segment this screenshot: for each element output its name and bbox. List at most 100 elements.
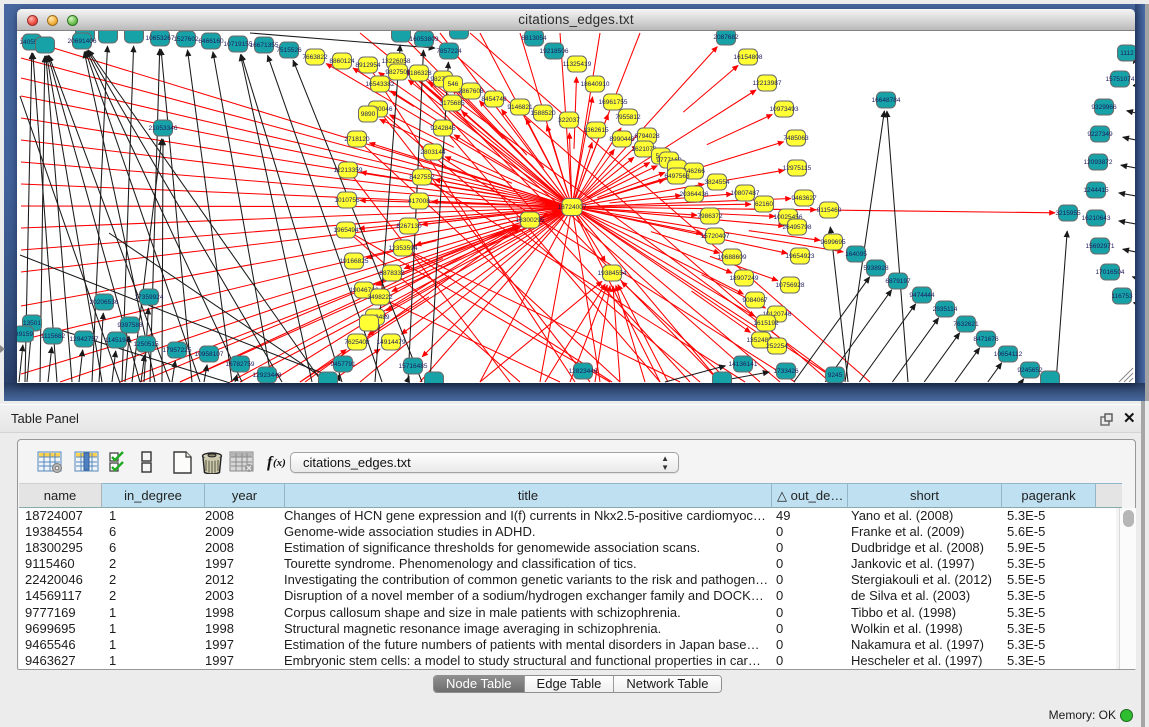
svg-text:1115682: 1115682	[41, 333, 66, 340]
svg-text:322037: 322037	[558, 117, 580, 124]
svg-text:12213987: 12213987	[753, 80, 782, 87]
svg-text:5938928: 5938928	[863, 265, 889, 272]
svg-text:7986372: 7986372	[697, 213, 723, 220]
svg-text:9397588: 9397588	[117, 322, 143, 329]
svg-text:1615192: 1615192	[753, 320, 779, 327]
svg-text:(x): (x)	[273, 457, 286, 469]
svg-text:1733426: 1733426	[773, 368, 799, 375]
svg-text:7515526: 7515526	[276, 47, 302, 54]
svg-text:16671355: 16671355	[250, 42, 279, 49]
svg-text:252254: 252254	[766, 343, 788, 350]
svg-text:12975115: 12975115	[783, 165, 812, 172]
svg-text:9242845: 9242845	[430, 125, 456, 132]
svg-text:3175685: 3175685	[439, 100, 465, 107]
svg-text:1145194: 1145194	[105, 337, 130, 344]
svg-text:19166825: 19166825	[340, 258, 369, 265]
svg-text:14136141: 14136141	[729, 361, 758, 368]
svg-text:6794028: 6794028	[634, 133, 660, 140]
svg-text:20206536: 20206536	[90, 299, 119, 306]
svg-text:12093872: 12093872	[1084, 159, 1113, 166]
svg-text:19218506: 19218506	[540, 48, 569, 55]
svg-text:62160: 62160	[755, 201, 773, 208]
svg-text:8860124: 8860124	[329, 58, 355, 65]
svg-text:11325419: 11325419	[563, 61, 592, 68]
svg-text:8454749: 8454749	[481, 96, 507, 103]
svg-text:1965494: 1965494	[333, 227, 359, 234]
svg-text:14914479: 14914479	[377, 339, 406, 346]
svg-text:12213359: 12213359	[334, 167, 363, 174]
svg-text:19384554: 19384554	[598, 270, 627, 277]
svg-text:7485063: 7485063	[783, 135, 809, 142]
svg-text:2087682: 2087682	[713, 34, 739, 41]
svg-text:21053346: 21053346	[149, 125, 178, 132]
svg-text:9474444: 9474444	[909, 292, 935, 299]
svg-text:1362615: 1362615	[583, 127, 609, 134]
svg-text:8471676: 8471676	[973, 336, 999, 343]
svg-text:1010755: 1010755	[334, 197, 360, 204]
svg-text:2803144: 2803144	[420, 149, 446, 156]
svg-text:15751074: 15751074	[1106, 76, 1135, 83]
svg-text:7663822: 7663822	[302, 54, 328, 61]
svg-text:6879197: 6879197	[885, 278, 911, 285]
svg-text:17957225: 17957225	[163, 347, 192, 354]
svg-text:1588520: 1588520	[530, 110, 556, 117]
svg-text:9084067: 9084067	[742, 297, 768, 304]
svg-text:19654923: 19654923	[786, 253, 815, 260]
svg-text:9463627: 9463627	[791, 195, 817, 202]
svg-text:1527602: 1527602	[173, 36, 199, 43]
svg-text:7632621: 7632621	[953, 321, 979, 328]
svg-text:164095: 164095	[845, 251, 867, 258]
svg-text:2867608: 2867608	[458, 88, 484, 95]
svg-text:9115460: 9115460	[817, 207, 842, 214]
svg-text:10756928: 10756928	[776, 282, 805, 289]
svg-text:116753: 116753	[1111, 293, 1133, 300]
svg-text:9227349: 9227349	[1087, 131, 1113, 138]
svg-text:8912954: 8912954	[355, 62, 381, 69]
svg-text:9329966: 9329966	[1091, 104, 1117, 111]
svg-text:8990448: 8990448	[609, 136, 635, 143]
svg-text:16543382: 16543382	[366, 81, 395, 88]
svg-text:17016504: 17016504	[1096, 269, 1125, 276]
svg-text:15720407: 15720407	[701, 233, 730, 240]
svg-text:8186328: 8186328	[406, 70, 432, 77]
svg-text:1250515: 1250515	[133, 341, 159, 348]
svg-text:3215955: 3215955	[1055, 210, 1081, 217]
svg-text:9457791: 9457791	[330, 361, 356, 368]
svg-text:18640910: 18640910	[581, 81, 610, 88]
svg-text:20691406: 20691406	[68, 38, 97, 45]
svg-text:2718120: 2718120	[344, 136, 370, 143]
svg-text:10958107: 10958107	[195, 351, 224, 358]
svg-text:39159: 39159	[17, 331, 33, 338]
svg-text:3498222: 3498222	[367, 294, 393, 301]
svg-text:16154808: 16154808	[734, 54, 763, 61]
svg-text:1112: 1112	[1120, 50, 1134, 57]
svg-text:10688609: 10688609	[718, 254, 747, 261]
svg-text:546: 546	[448, 81, 459, 88]
svg-text:10719155: 10719155	[224, 41, 253, 48]
svg-text:7955812: 7955812	[615, 114, 641, 121]
svg-text:15692971: 15692971	[1086, 243, 1115, 250]
svg-text:417008: 417008	[408, 198, 430, 205]
svg-text:2935114: 2935114	[933, 306, 958, 313]
svg-text:16648784: 16648784	[872, 97, 901, 104]
svg-text:10654112: 10654112	[994, 351, 1023, 358]
svg-text:8267130: 8267130	[396, 223, 422, 230]
svg-text:10653267: 10653267	[146, 35, 175, 42]
svg-text:15716485: 15716485	[399, 363, 428, 370]
svg-text:26495798: 26495798	[783, 224, 812, 231]
svg-text:6466160: 6466160	[198, 38, 224, 45]
svg-text:9146821: 9146821	[507, 104, 533, 111]
svg-text:9890: 9890	[361, 111, 376, 118]
svg-text:12942757: 12942757	[70, 336, 99, 343]
svg-text:9245652: 9245652	[1017, 367, 1043, 374]
svg-text:18724007: 18724007	[558, 204, 587, 211]
svg-text:10973493: 10973493	[770, 106, 799, 113]
svg-text:12923448: 12923448	[253, 372, 282, 379]
svg-text:17359924: 17359924	[135, 294, 164, 301]
svg-text:8878332: 8878332	[379, 270, 405, 277]
svg-text:16782759: 16782759	[226, 361, 255, 368]
svg-text:16053809: 16053809	[410, 36, 439, 43]
svg-text:6497568: 6497568	[664, 173, 690, 180]
svg-text:18907249: 18907249	[730, 275, 759, 282]
svg-text:1244415: 1244415	[1083, 187, 1109, 194]
